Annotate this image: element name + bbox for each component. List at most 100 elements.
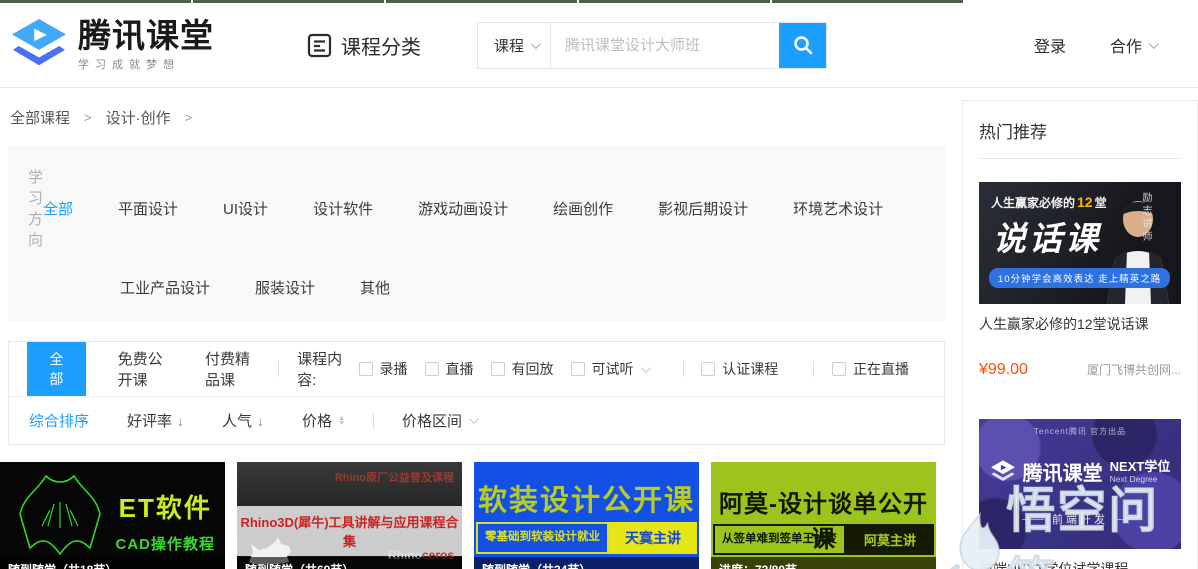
breadcrumb-design-creation[interactable]: 设计·创作	[106, 107, 171, 128]
tab-paid-courses[interactable]: 付费精品课	[205, 348, 260, 390]
checkbox-certified[interactable]: 认证课程	[701, 359, 778, 379]
filter-option-all[interactable]: 全部	[43, 198, 73, 219]
thumb-text: NEXT学位	[1109, 458, 1171, 474]
filter-option-environment-art[interactable]: 环境艺术设计	[793, 198, 883, 219]
thumb-text: 人生赢家必修的 12 堂	[991, 194, 1107, 210]
checkbox-label: 录播	[379, 361, 408, 377]
thumb-tag: 从签单难到签单王蜕变	[712, 524, 846, 555]
course-thumbnail: 软装设计公开课 零基础到软装设计就业 天寞主讲 随到随学（共34节）	[474, 462, 699, 569]
checkbox-live-now[interactable]: 正在直播	[832, 359, 909, 379]
filter-option-design-software[interactable]: 设计软件	[313, 198, 373, 219]
checkbox-label: 可试听	[591, 361, 634, 377]
checkbox-icon	[832, 362, 846, 376]
course-card[interactable]: ET软件 CAD操作教程 随到随学（共18节） ET软件教程-制版纸样服装打板培…	[0, 462, 225, 569]
divider	[278, 361, 280, 377]
dash-decoration	[1022, 518, 1044, 520]
arrow-down-icon: ↓	[257, 412, 265, 429]
site-logo[interactable]: 腾讯课堂 学习成就梦想	[10, 18, 214, 72]
course-badge: 随到随学（共34节）	[474, 557, 699, 569]
search-button[interactable]	[779, 22, 827, 68]
price-range-label: 价格区间	[402, 413, 463, 430]
filter-option-game-animation[interactable]: 游戏动画设计	[418, 198, 508, 219]
hot-recommendations-title: 热门推荐	[979, 123, 1047, 142]
chevron-down-icon	[640, 362, 651, 373]
checkbox-trial[interactable]: 可试听	[570, 359, 651, 379]
logo-title: 腾讯课堂	[78, 16, 214, 54]
category-button-label: 课程分类	[341, 36, 421, 59]
site-header: 腾讯课堂 学习成就梦想 课程分类 课程 登录 合作	[0, 3, 1198, 88]
thumb-headline: 软装设计公开课	[477, 485, 695, 517]
pattern-outline-graphic	[19, 474, 101, 556]
hot-recommendations-panel: 热门推荐 人生赢家必修的 12 堂 说话课 10分钟学会高效表达 走上精英之路 励志…	[962, 100, 1198, 569]
thumb-headline: 说话课	[993, 219, 1101, 258]
filter-option-graphic-design[interactable]: 平面设计	[118, 198, 178, 219]
breadcrumb-all-courses[interactable]: 全部课程	[10, 107, 70, 128]
filter-option-post-production[interactable]: 影视后期设计	[658, 198, 748, 219]
thumb-text: 励志讲师	[1140, 192, 1151, 244]
course-progress-badge: 进度：73/80节	[711, 557, 936, 569]
divider	[682, 361, 684, 377]
thumb-ribbon: 10分钟学会高效表达 走上精英之路	[989, 268, 1171, 288]
checkbox-icon	[490, 362, 505, 376]
thumb-tag: 天寞主讲	[609, 522, 697, 554]
sort-label: 人气	[222, 413, 253, 430]
filter-option-industrial-design[interactable]: 工业产品设计	[120, 277, 210, 298]
search-scope-dropdown[interactable]: 课程	[478, 22, 552, 68]
chevron-down-icon	[468, 414, 479, 425]
thumb-text: CAD操作教程	[115, 536, 215, 553]
tab-free-courses[interactable]: 免费公开课	[118, 348, 173, 390]
course-card[interactable]: 阿莫-设计谈单公开课 从签单难到签单王蜕变 阿莫主讲 进度：73/80节 阿莫设…	[711, 462, 936, 569]
login-link[interactable]: 登录	[1034, 33, 1066, 57]
course-provider: 厦门飞博共创网...	[1086, 363, 1181, 377]
thumb-brand-text: Tencent腾讯 官方出品	[1033, 427, 1127, 436]
checkbox-icon	[358, 362, 373, 376]
thumb-tag: 阿莫主讲	[845, 524, 934, 555]
sort-default[interactable]: 综合排序	[29, 410, 89, 431]
checkbox-replay[interactable]: 有回放	[490, 359, 554, 379]
chevron-down-icon	[1148, 38, 1159, 49]
breadcrumb: 全部课程 > 设计·创作 >	[10, 107, 945, 128]
checkbox-recorded[interactable]: 录播	[358, 359, 408, 379]
recommended-course-title[interactable]: 人生赢家必修的12堂说话课	[979, 314, 1181, 334]
course-thumbnail: ET软件 CAD操作教程 随到随学（共18节）	[0, 462, 225, 569]
tencent-classroom-logo-icon	[990, 459, 1015, 481]
checkbox-label: 有回放	[511, 361, 554, 377]
course-card[interactable]: 软装设计公开课 零基础到软装设计就业 天寞主讲 随到随学（共34节） 天寞软装设…	[474, 462, 699, 569]
search-input[interactable]	[551, 22, 780, 68]
filter-option-painting[interactable]: 绘画创作	[553, 198, 613, 219]
filter-option-fashion-design[interactable]: 服装设计	[255, 277, 315, 298]
sort-popularity[interactable]: 人气 ↓	[222, 410, 264, 431]
divider	[813, 361, 814, 377]
thumb-tag: 零基础到软装设计就业	[476, 522, 609, 554]
sort-price[interactable]: 价格 ▲ ▼	[302, 410, 345, 431]
sort-rating[interactable]: 好评率 ↓	[127, 410, 184, 431]
content-filter-label: 课程内容:	[297, 351, 343, 389]
partner-dropdown[interactable]: 合作	[1110, 33, 1159, 57]
filter-option-other[interactable]: 其他	[360, 277, 390, 298]
breadcrumb-separator: >	[184, 110, 193, 125]
sort-updown-icon: ▲ ▼	[338, 414, 345, 427]
course-badge: 随到随学（共18节）	[0, 557, 225, 569]
sort-label: 价格	[302, 413, 333, 430]
search-scope-label: 课程	[494, 37, 525, 55]
thumb-text: ET软件	[118, 493, 212, 523]
logo-slogan: 学习成就梦想	[78, 58, 180, 71]
breadcrumb-separator: >	[84, 110, 92, 125]
recommended-course-title[interactable]: 前端NEXT学位试学课程	[979, 559, 1181, 569]
divider	[373, 412, 374, 429]
course-card[interactable]: Rhino原厂公益普及课程 Rhino3D(犀牛)工具讲解与应用课程合集 Rhi…	[237, 462, 462, 569]
checkbox-icon	[701, 362, 716, 376]
recommended-course-thumbnail[interactable]: 人生赢家必修的 12 堂 说话课 10分钟学会高效表达 走上精英之路 励志讲师	[979, 182, 1181, 304]
category-button[interactable]: 课程分类	[306, 31, 421, 60]
course-price: ¥99.00	[979, 361, 1028, 378]
price-range-dropdown[interactable]: 价格区间	[402, 410, 479, 431]
chevron-down-icon	[530, 38, 541, 49]
course-thumbnail: 阿莫-设计谈单公开课 从签单难到签单王蜕变 阿莫主讲 进度：73/80节	[711, 462, 936, 569]
search-bar: 课程	[477, 21, 828, 69]
sort-label: 好评率	[127, 413, 173, 430]
tab-all[interactable]: 全部	[27, 342, 86, 396]
thumb-text: Rhino原厂公益普及课程	[334, 472, 454, 484]
recommended-course-thumbnail[interactable]: Tencent腾讯 官方出品 腾讯课堂 NEXT学位 Next Degree 前…	[979, 419, 1181, 549]
filter-option-ui-design[interactable]: UI设计	[223, 198, 268, 219]
checkbox-live[interactable]: 直播	[424, 359, 474, 379]
